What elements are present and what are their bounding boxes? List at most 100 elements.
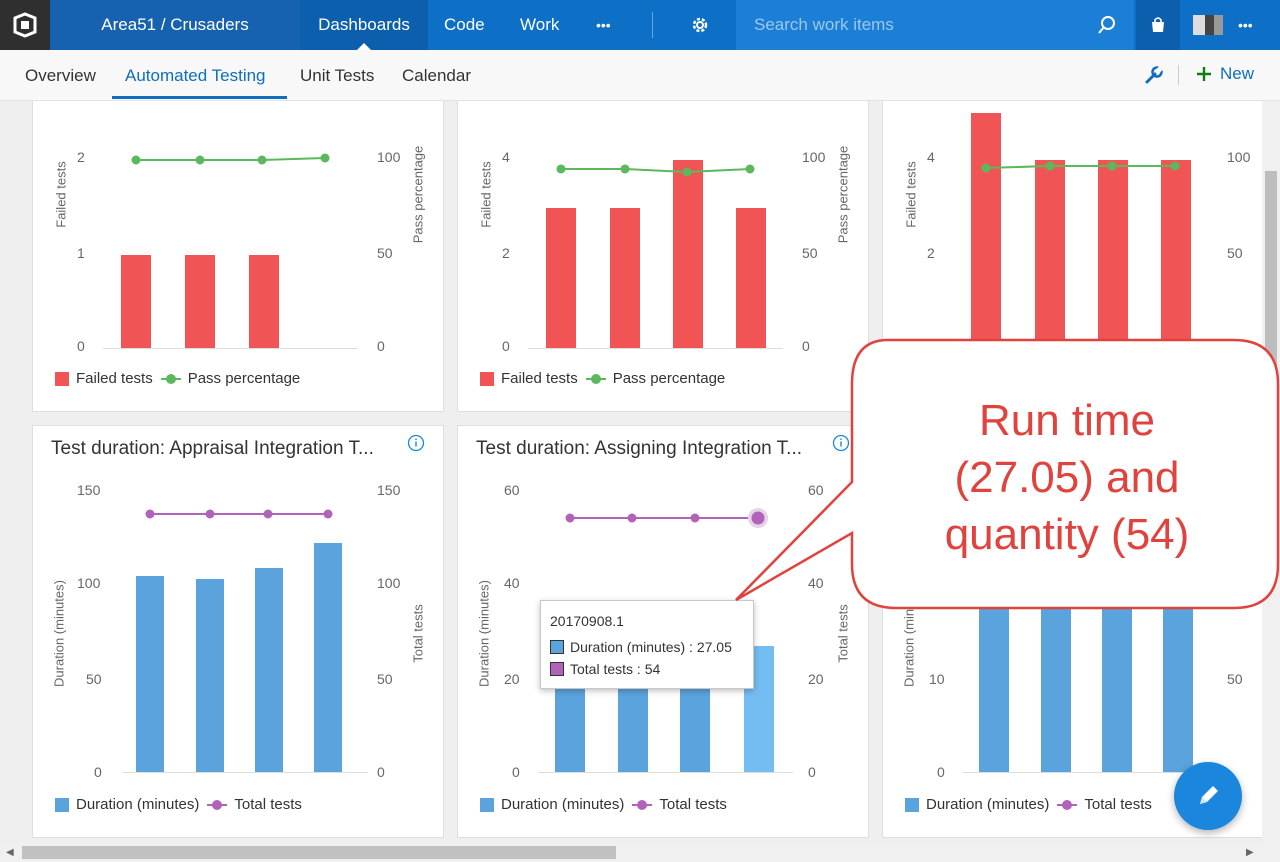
tick-label: 50 [1227,245,1243,261]
tick-label: 0 [94,764,102,780]
user-avatar-button[interactable] [1186,0,1230,50]
failed-tests-bar[interactable] [1161,160,1191,353]
tick-label: 4 [927,149,935,165]
duration-bar[interactable] [314,543,342,772]
tick-label: 0 [502,338,510,354]
failed-tests-bar[interactable] [1035,160,1065,353]
chart-tooltip: 20170908.1 Duration (minutes) : 27.05 To… [540,600,754,689]
nav-more-button[interactable]: ••• [596,0,611,50]
failed-tests-bar[interactable] [610,208,640,348]
legend-swatch [585,373,606,384]
duration-bar[interactable] [136,576,164,772]
failed-tests-bar[interactable] [1098,160,1128,353]
pass-percentage-line[interactable] [973,156,1183,176]
settings-button[interactable] [680,0,720,50]
chart-legend: Duration (minutes) Total tests [55,796,302,813]
failed-tests-bar[interactable] [249,255,279,348]
legend-swatch [55,797,69,812]
chart-legend: Failed tests Pass percentage [55,370,300,387]
pencil-icon [1200,786,1218,804]
tick-label: 100 [1227,149,1251,165]
tick-label: 40 [504,575,520,591]
tick-label: 100 [77,575,101,591]
active-tab-indicator [112,96,287,99]
test-results-tile-1[interactable]: Failed tests Pass percentage 2 1 0 100 5… [32,101,444,412]
project-breadcrumb[interactable]: Area51 / Crusaders [50,0,300,50]
tab-calendar[interactable]: Calendar [402,66,471,86]
legend-label: Total tests [234,796,302,813]
tooltip-swatch [550,640,564,654]
tick-label: 10 [929,671,945,687]
tick-label: 60 [504,482,520,498]
legend-label: Failed tests [501,370,578,387]
tooltip-row-duration: Duration (minutes) : 27.05 [550,639,732,655]
duration-bar[interactable] [1041,596,1071,772]
x-axis-line [103,348,358,349]
legend-swatch [905,797,919,812]
total-tests-line[interactable] [133,504,343,524]
pass-percentage-line[interactable] [123,152,333,172]
gear-icon [692,17,708,33]
chart-legend: Failed tests Pass percentage [480,370,725,387]
legend-label: Total tests [1084,796,1152,813]
search-input[interactable]: Search work items [754,15,894,35]
failed-tests-bar[interactable] [736,208,766,348]
pass-percentage-line[interactable] [548,160,758,180]
search-icon[interactable] [1096,14,1118,36]
tick-label: 2 [927,245,935,261]
duration-bar[interactable] [1163,596,1193,772]
edit-dashboard-button[interactable] [1174,762,1242,830]
vsts-logo[interactable] [0,0,50,50]
failed-tests-bar[interactable] [185,255,215,348]
annotation-line: (27.05) and [954,453,1180,502]
legend-label: Failed tests [76,370,153,387]
legend-label: Total tests [659,796,727,813]
shopping-bag-icon [1152,17,1164,32]
chart-legend: Duration (minutes) Total tests [480,796,727,813]
x-axis-line [123,772,368,773]
scroll-left-arrow-icon[interactable]: ◀ [6,847,14,858]
top-bar: Area51 / Crusaders Dashboards Code Work … [0,0,1280,50]
failed-tests-bar[interactable] [971,113,1001,353]
info-icon[interactable] [407,434,425,452]
nav-dashboards[interactable]: Dashboards [300,0,428,50]
tab-automated-testing[interactable]: Automated Testing [125,66,266,86]
duration-bar[interactable] [979,596,1009,772]
tick-label: 20 [504,671,520,687]
new-dashboard-button[interactable]: New [1196,64,1254,84]
overflow-menu-button[interactable]: ••• [1238,0,1253,50]
tick-label: 100 [377,575,401,591]
duration-bar[interactable] [196,579,224,772]
vsts-logo-icon [13,12,37,38]
nav-code[interactable]: Code [444,0,485,50]
tick-label: 100 [802,149,826,165]
tick-label: 50 [802,245,818,261]
annotation-line: quantity (54) [944,510,1190,559]
nav-work[interactable]: Work [520,0,559,50]
tab-unit-tests[interactable]: Unit Tests [300,66,374,86]
tab-overview[interactable]: Overview [25,66,96,86]
tick-label: 0 [377,338,385,354]
tick-label: 0 [808,764,816,780]
y-axis-label-left: Failed tests [53,161,69,228]
scroll-right-arrow-icon[interactable]: ▶ [1246,847,1254,858]
marketplace-button[interactable] [1136,0,1180,50]
failed-tests-bar[interactable] [121,255,151,348]
search-box[interactable]: Search work items [736,0,1134,50]
duration-bar[interactable] [1102,596,1132,772]
tick-label: 20 [808,671,824,687]
duration-bar[interactable] [255,568,283,772]
failed-tests-bar[interactable] [673,160,703,348]
failed-tests-bar[interactable] [546,208,576,348]
horizontal-scrollbar-thumb[interactable] [22,846,616,859]
x-axis-line [963,772,1218,773]
wrench-icon[interactable] [1144,65,1164,85]
tick-label: 0 [377,764,385,780]
legend-label: Pass percentage [187,370,301,387]
tick-label: 0 [77,338,85,354]
test-duration-tile-appraisal[interactable]: Test duration: Appraisal Integration T..… [32,425,444,838]
tick-label: 4 [502,149,510,165]
legend-swatch [160,373,181,384]
tick-label: 50 [86,671,102,687]
horizontal-scrollbar[interactable]: ◀ ▶ [0,843,1280,862]
